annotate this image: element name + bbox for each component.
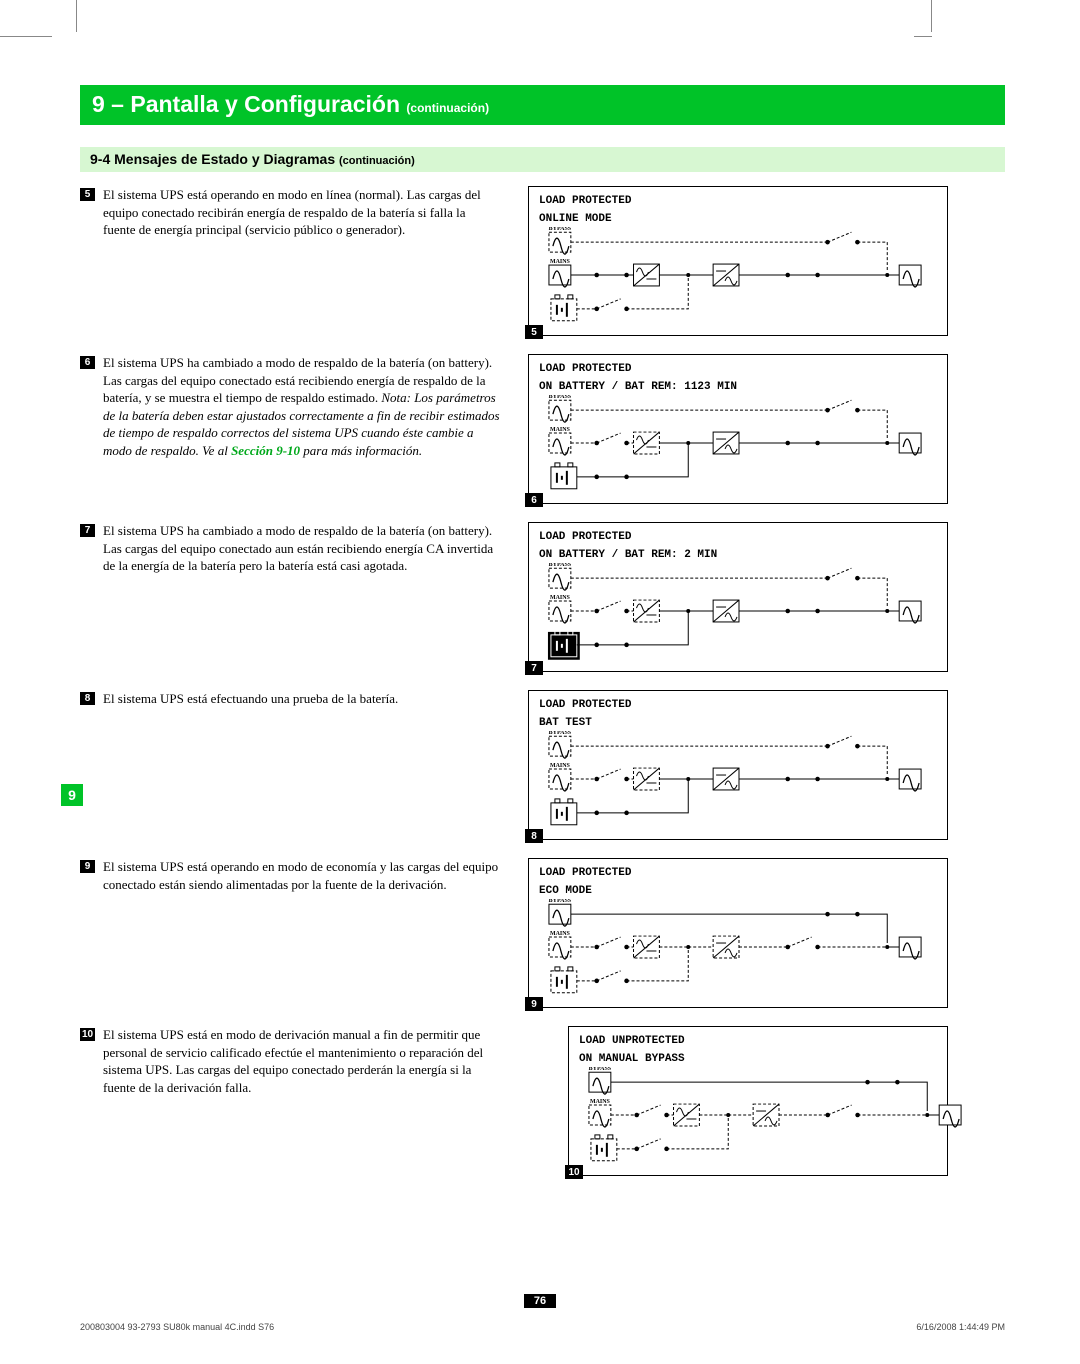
lcd-line2: ON MANUAL BYPASS <box>579 1053 937 1065</box>
lcd-diagram: LOAD PROTECTED ONLINE MODE BYPASS MAINS 5 <box>528 186 948 336</box>
page-number: 76 <box>0 1292 1080 1308</box>
crop-mark <box>0 36 52 37</box>
lcd-line1: LOAD PROTECTED <box>539 195 937 207</box>
svg-text:MAINS: MAINS <box>550 595 571 601</box>
diagram-number-badge: 10 <box>565 1165 583 1179</box>
crop-mark <box>931 0 932 32</box>
lcd-line1: LOAD PROTECTED <box>539 531 937 543</box>
side-tab-chapter: 9 <box>61 784 83 806</box>
lcd-line1: LOAD PROTECTED <box>539 867 937 879</box>
lcd-diagram: LOAD PROTECTED ON BATTERY / BAT REM: 2 MI… <box>528 522 948 672</box>
item-text: 8 El sistema UPS está efectuando una prue… <box>80 690 500 708</box>
item-body: El sistema UPS está operando en modo de … <box>103 858 500 893</box>
item-text: 6 El sistema UPS ha cambiado a modo de re… <box>80 354 500 459</box>
diagram-number-badge: 6 <box>525 493 543 507</box>
item-body: El sistema UPS ha cambiado a modo de res… <box>103 522 500 575</box>
lcd-line1: LOAD PROTECTED <box>539 363 937 375</box>
svg-text:BYPASS: BYPASS <box>549 395 572 400</box>
lcd-diagram: LOAD PROTECTED BAT TEST BYPASS MAINS 8 <box>528 690 948 840</box>
section-link[interactable]: Sección 9-10 <box>231 443 300 458</box>
crop-mark <box>914 36 932 37</box>
section-header: 9 – Pantalla y Configuración (continuaci… <box>80 85 1005 125</box>
crop-mark <box>76 0 77 32</box>
diagram-number-badge: 8 <box>525 829 543 843</box>
item-number-badge: 9 <box>80 860 95 873</box>
print-footer: 200803004 93-2793 SU80k manual 4C.indd S… <box>80 1322 1005 1332</box>
section-number: 9 <box>92 91 105 117</box>
subsection-header: 9-4 Mensajes de Estado y Diagramas (cont… <box>80 147 1005 172</box>
item-text: 10 El sistema UPS está en modo de derivac… <box>80 1026 500 1096</box>
item-body: El sistema UPS está en modo de derivació… <box>103 1026 500 1096</box>
item-text: 9 El sistema UPS está operando en modo de… <box>80 858 500 893</box>
diagram-number-badge: 7 <box>525 661 543 675</box>
item-number-badge: 10 <box>80 1028 95 1041</box>
lcd-diagram: LOAD PROTECTED ECO MODE BYPASS MAINS 9 <box>528 858 948 1008</box>
item-number-badge: 5 <box>80 188 95 201</box>
svg-text:MAINS: MAINS <box>550 427 571 433</box>
subsection-continued: (continuación) <box>339 155 415 167</box>
lcd-diagram: LOAD UNPROTECTEDON MANUAL BYPASS BYPASS … <box>568 1026 948 1176</box>
item-number-badge: 6 <box>80 356 95 369</box>
svg-text:BYPASS: BYPASS <box>589 1067 612 1072</box>
item-body: El sistema UPS está efectuando una prueb… <box>103 690 398 708</box>
footer-timestamp: 6/16/2008 1:44:49 PM <box>916 1322 1005 1332</box>
subsection-number: 9-4 <box>90 151 110 167</box>
section-title: Pantalla y Configuración <box>130 91 400 117</box>
svg-text:MAINS: MAINS <box>550 931 571 937</box>
footer-filename: 200803004 93-2793 SU80k manual 4C.indd S… <box>80 1322 274 1332</box>
item-body: El sistema UPS está operando en modo en … <box>103 186 500 239</box>
svg-text:BYPASS: BYPASS <box>549 899 572 904</box>
lcd-line1: LOAD PROTECTED <box>539 699 937 711</box>
svg-text:MAINS: MAINS <box>550 259 571 265</box>
item-text: 5 El sistema UPS está operando en modo en… <box>80 186 500 239</box>
lcd-line2: BAT TEST <box>539 717 937 729</box>
svg-text:MAINS: MAINS <box>550 763 571 769</box>
item-text: 7 El sistema UPS ha cambiado a modo de re… <box>80 522 500 575</box>
item-body: El sistema UPS ha cambiado a modo de res… <box>103 354 500 459</box>
lcd-line2: ON BATTERY / BAT REM: 2 MIN <box>539 549 937 561</box>
lcd-line2: ON BATTERY / BAT REM: 1123 MIN <box>539 381 937 393</box>
subsection-title: Mensajes de Estado y Diagramas <box>114 151 335 167</box>
svg-text:BYPASS: BYPASS <box>549 563 572 568</box>
lcd-line2: ONLINE MODE <box>539 213 937 225</box>
section-continued: (continuación) <box>406 101 489 115</box>
svg-text:MAINS: MAINS <box>590 1099 611 1105</box>
lcd-line1: LOAD UNPROTECTED <box>579 1035 937 1047</box>
svg-text:BYPASS: BYPASS <box>549 731 572 736</box>
lcd-line2: ECO MODE <box>539 885 937 897</box>
item-number-badge: 8 <box>80 692 95 705</box>
svg-text:BYPASS: BYPASS <box>549 227 572 232</box>
lcd-diagram: LOAD PROTECTED ON BATTERY / BAT REM: 1123… <box>528 354 948 504</box>
diagram-number-badge: 5 <box>525 325 543 339</box>
diagram-number-badge: 9 <box>525 997 543 1011</box>
item-number-badge: 7 <box>80 524 95 537</box>
